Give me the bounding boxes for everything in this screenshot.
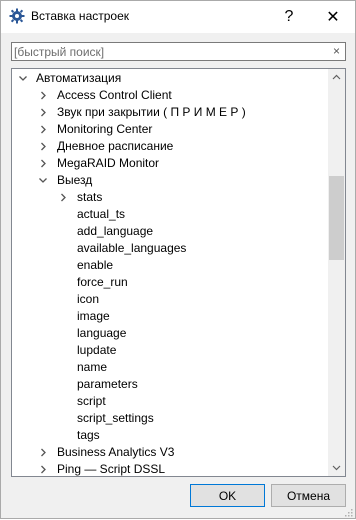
- tree-leaf[interactable]: script_settings: [12, 410, 328, 427]
- tree-leaf[interactable]: name: [12, 359, 328, 376]
- tree-node-label: Звук при закрытии ( П Р И М Е Р ): [57, 105, 246, 119]
- tree-node-label: tags: [77, 428, 100, 442]
- tree-leaf[interactable]: script: [12, 393, 328, 410]
- title-bar: Вставка настроек ? ✕: [1, 1, 355, 33]
- tree-leaf[interactable]: actual_ts: [12, 206, 328, 223]
- tree-node[interactable]: Monitoring Center: [12, 121, 328, 138]
- tree-leaf[interactable]: stats: [12, 189, 328, 206]
- chevron-down-icon[interactable]: [38, 172, 48, 189]
- tree-node-label: Access Control Client: [57, 88, 172, 102]
- quick-search-box: ×: [11, 42, 346, 61]
- tree-node-label: language: [77, 326, 127, 340]
- tree-leaf[interactable]: parameters: [12, 376, 328, 393]
- gear-icon: [9, 8, 25, 24]
- tree-node-label: Ping — Script DSSL: [57, 462, 166, 476]
- scrollbar-thumb[interactable]: [329, 176, 344, 260]
- tree-node-label: script_settings: [77, 411, 154, 425]
- tree-node-label: Monitoring Center: [57, 122, 153, 136]
- tree-node[interactable]: Выезд: [12, 172, 328, 189]
- tree-node[interactable]: Звук при закрытии ( П Р И М Е Р ): [12, 104, 328, 121]
- tree-node-label: Автоматизация: [36, 71, 122, 85]
- tree-node-label: actual_ts: [77, 207, 126, 221]
- chevron-right-icon[interactable]: [38, 138, 48, 155]
- tree-node-label: enable: [77, 258, 114, 272]
- tree-leaf[interactable]: force_run: [12, 274, 328, 291]
- chevron-right-icon[interactable]: [38, 104, 48, 121]
- insert-settings-dialog: Вставка настроек ? ✕ × Автоматизация Acce…: [0, 0, 356, 519]
- tree-node-label: image: [77, 309, 110, 323]
- dialog-title: Вставка настроек: [31, 9, 130, 23]
- tree-leaf[interactable]: lupdate: [12, 342, 328, 359]
- close-button[interactable]: ✕: [311, 1, 355, 33]
- tree-node-label: add_language: [77, 224, 154, 238]
- tree-node-label: stats: [77, 190, 103, 204]
- settings-tree[interactable]: Автоматизация Access Control Client Звук п…: [11, 68, 346, 477]
- tree-leaf[interactable]: language: [12, 325, 328, 342]
- tree-node-label: MegaRAID Monitor: [57, 156, 160, 170]
- tree-node[interactable]: Access Control Client: [12, 87, 328, 104]
- cancel-button[interactable]: Отмена: [271, 484, 346, 507]
- tree-leaf[interactable]: tags: [12, 427, 328, 444]
- ok-button[interactable]: OK: [190, 484, 265, 507]
- help-button[interactable]: ?: [267, 1, 311, 33]
- tree-node-label: icon: [77, 292, 100, 306]
- chevron-right-icon[interactable]: [58, 189, 68, 206]
- tree-node-label: lupdate: [77, 343, 117, 357]
- tree-node-label: name: [77, 360, 108, 374]
- clear-search-icon[interactable]: ×: [333, 44, 340, 58]
- resize-grip-icon[interactable]: [343, 506, 353, 517]
- chevron-right-icon[interactable]: [38, 444, 48, 461]
- chevron-down-icon[interactable]: [18, 70, 28, 87]
- tree-node-label: parameters: [77, 377, 138, 391]
- quick-search-input[interactable]: [14, 44, 314, 59]
- tree-node[interactable]: Дневное расписание: [12, 138, 328, 155]
- tree-leaf[interactable]: enable: [12, 257, 328, 274]
- chevron-right-icon[interactable]: [38, 461, 48, 476]
- tree-node-label: Business Analytics V3: [57, 445, 175, 459]
- tree-node[interactable]: MegaRAID Monitor: [12, 155, 328, 172]
- tree-node-label: Выезд: [57, 173, 93, 187]
- scroll-down-arrow-icon[interactable]: [328, 459, 345, 476]
- vertical-scrollbar[interactable]: [328, 69, 345, 476]
- chevron-right-icon[interactable]: [38, 155, 48, 172]
- tree-node-root[interactable]: Автоматизация: [12, 70, 328, 87]
- tree-node[interactable]: Ping — Script DSSL: [12, 461, 328, 476]
- tree-node-label: available_languages: [77, 241, 187, 255]
- tree-leaf[interactable]: add_language: [12, 223, 328, 240]
- tree-leaf[interactable]: available_languages: [12, 240, 328, 257]
- tree-leaf[interactable]: image: [12, 308, 328, 325]
- tree-node-label: Дневное расписание: [57, 139, 174, 153]
- tree-node-label: force_run: [77, 275, 128, 289]
- scroll-up-arrow-icon[interactable]: [328, 69, 345, 86]
- tree-leaf[interactable]: icon: [12, 291, 328, 308]
- tree-node[interactable]: Business Analytics V3: [12, 444, 328, 461]
- tree-node-label: script: [77, 394, 106, 408]
- chevron-right-icon[interactable]: [38, 87, 48, 104]
- chevron-right-icon[interactable]: [38, 121, 48, 138]
